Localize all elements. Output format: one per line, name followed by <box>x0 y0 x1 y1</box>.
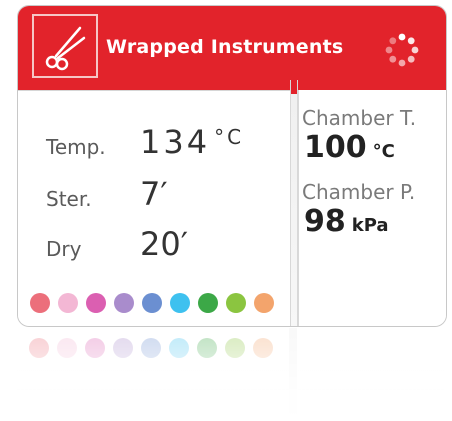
chamber-pressure-value: 98 kPa <box>304 204 389 239</box>
cycle-parameters-panel: Temp. 134 °C Ster. 7′ Dry 20′ <box>18 90 290 326</box>
temp-unit: °C <box>214 125 245 149</box>
chamber-temp-number: 100 <box>304 130 367 165</box>
progress-dot <box>58 293 78 313</box>
chamber-pressure-label: Chamber P. <box>302 180 416 204</box>
card-reflection <box>17 328 445 420</box>
progress-dot <box>225 338 245 358</box>
program-title: Wrapped Instruments <box>106 36 344 58</box>
dry-value: 20′ <box>140 225 188 263</box>
progress-dot <box>253 338 273 358</box>
progress-dot <box>197 338 217 358</box>
reflection-fade <box>17 328 445 420</box>
chamber-pressure-number: 98 <box>304 204 346 239</box>
progress-dot <box>198 293 218 313</box>
chamber-temp-label: Chamber T. <box>302 106 417 130</box>
progress-dot <box>142 293 162 313</box>
progress-dot <box>170 293 190 313</box>
progress-dot <box>254 293 274 313</box>
progress-dot <box>85 338 105 358</box>
program-card: Wrapped Instruments Temp. 134 °C Ster. 7′… <box>17 5 447 327</box>
progress-dot <box>86 293 106 313</box>
chamber-pressure-unit: kPa <box>351 215 389 236</box>
temp-label: Temp. <box>46 135 106 159</box>
ster-value: 7′ <box>140 175 168 213</box>
chamber-temp-unit: °C <box>372 141 395 162</box>
ster-label: Ster. <box>46 187 92 211</box>
progress-dot <box>141 338 161 358</box>
progress-dot <box>114 293 134 313</box>
chamber-temp-value: 100 °C <box>304 130 395 165</box>
progress-dot <box>57 338 77 358</box>
scissors-icon <box>32 14 98 78</box>
progress-dot <box>113 338 133 358</box>
panel-divider <box>290 80 298 326</box>
temp-value-number: 134 <box>140 123 211 161</box>
temp-value: 134 °C <box>140 123 244 161</box>
program-header: Wrapped Instruments <box>18 6 446 90</box>
progress-dot <box>169 338 189 358</box>
dry-label: Dry <box>46 237 82 261</box>
chamber-status-panel: Chamber T. 100 °C Chamber P. 98 kPa <box>298 90 446 326</box>
progress-dot <box>29 338 49 358</box>
progress-dot <box>30 293 50 313</box>
reflection-divider <box>289 328 297 420</box>
progress-dot <box>226 293 246 313</box>
spinner-icon <box>385 33 419 67</box>
